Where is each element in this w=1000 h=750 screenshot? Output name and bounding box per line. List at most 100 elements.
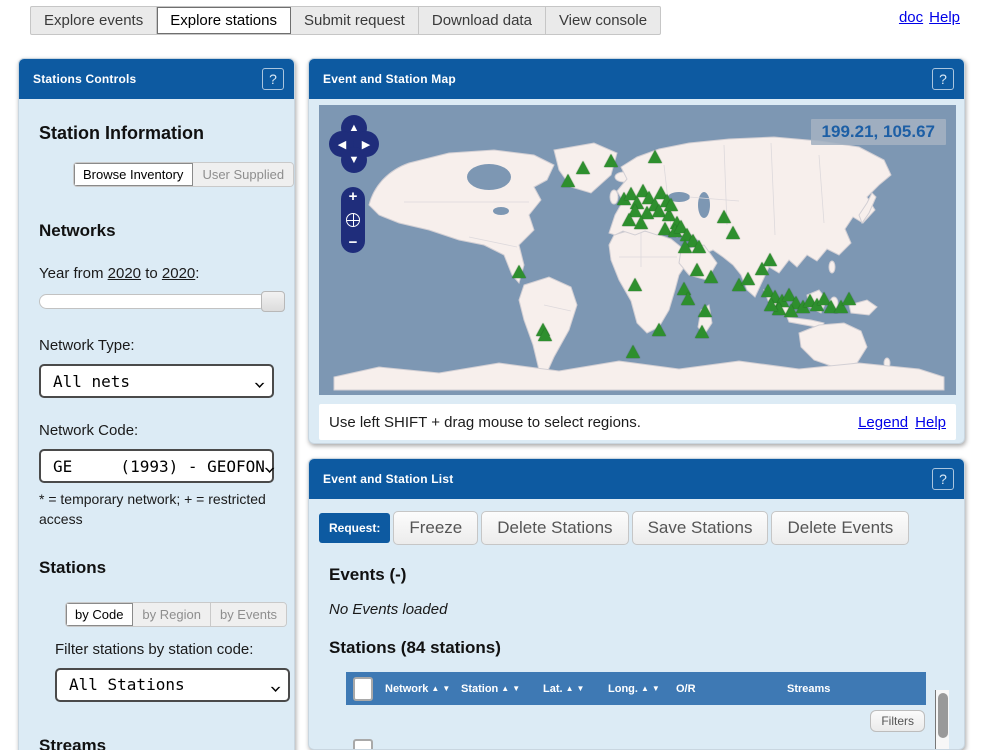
zoom-world-icon[interactable] (346, 213, 360, 227)
tab-submit-request[interactable]: Submit request (291, 7, 419, 34)
networks-heading: Networks (39, 221, 274, 241)
year-to-link[interactable]: 2020 (162, 265, 195, 282)
inventory-source-toggle: Browse Inventory User Supplied (73, 162, 294, 187)
station-marker[interactable] (698, 304, 712, 317)
row-checkbox[interactable] (353, 739, 373, 750)
tab-explore-stations[interactable]: Explore stations (157, 7, 291, 34)
column-long: Long. (608, 683, 638, 695)
delete-events-button[interactable]: Delete Events (771, 511, 909, 545)
station-marker[interactable] (538, 328, 552, 341)
chevron-down-icon: ⌄ (269, 676, 282, 694)
main-tabbar: Explore events Explore stations Submit r… (30, 6, 661, 35)
by-events-button[interactable]: by Events (211, 603, 286, 626)
column-station: Station (461, 683, 498, 695)
year-slider-handle[interactable] (261, 291, 285, 312)
station-marker[interactable] (695, 325, 709, 338)
cursor-coordinates: 199.21, 105.67 (811, 119, 946, 145)
filters-button[interactable]: Filters (870, 710, 925, 732)
station-marker[interactable] (717, 210, 731, 223)
list-panel-header: Event and Station List ? (309, 459, 964, 499)
tab-view-console[interactable]: View console (546, 7, 660, 34)
station-marker[interactable] (604, 154, 618, 167)
zoom-in-icon[interactable]: + (349, 190, 358, 204)
stations-table-header: Network▲▼ Station▲▼ Lat.▲▼ Long.▲▼ O/R S… (346, 672, 926, 705)
by-code-button[interactable]: by Code (66, 603, 133, 626)
station-information-heading: Station Information (39, 123, 274, 144)
station-marker[interactable] (664, 198, 678, 211)
chevron-down-icon: ⌄ (263, 457, 276, 475)
station-marker[interactable] (634, 216, 648, 229)
station-marker[interactable] (704, 270, 718, 283)
station-marker[interactable] (692, 240, 706, 253)
panel-title: Event and Station Map (323, 72, 456, 86)
browse-inventory-button[interactable]: Browse Inventory (74, 163, 193, 186)
map-hint-text: Use left SHIFT + drag mouse to select re… (329, 414, 641, 431)
sort-desc-icon[interactable]: ▼ (512, 684, 520, 693)
sort-asc-icon[interactable]: ▲ (566, 684, 574, 693)
tab-download-data[interactable]: Download data (419, 7, 546, 34)
sort-desc-icon[interactable]: ▼ (576, 684, 584, 693)
legend-link[interactable]: Legend (858, 414, 908, 431)
tab-explore-events[interactable]: Explore events (31, 7, 157, 34)
world-map-canvas[interactable]: 199.21, 105.67 ▲ ◀ ▶ ▼ + − (319, 105, 956, 395)
station-marker[interactable] (741, 272, 755, 285)
stations-table: Network▲▼ Station▲▼ Lat.▲▼ Long.▲▼ O/R S… (346, 672, 926, 750)
stations-heading: Stations (39, 558, 274, 578)
station-marker[interactable] (561, 174, 575, 187)
station-marker[interactable] (842, 292, 856, 305)
column-network: Network (385, 683, 428, 695)
station-marker[interactable] (681, 292, 695, 305)
network-type-label: Network Type: (39, 337, 274, 354)
delete-stations-button[interactable]: Delete Stations (481, 511, 628, 545)
help-link[interactable]: Help (929, 9, 960, 26)
pan-south-icon[interactable]: ▼ (341, 147, 367, 173)
station-marker[interactable] (755, 262, 769, 275)
freeze-button[interactable]: Freeze (393, 511, 478, 545)
panel-help-button[interactable]: ? (262, 68, 284, 90)
user-supplied-button[interactable]: User Supplied (193, 163, 293, 186)
station-marker[interactable] (726, 226, 740, 239)
station-marker[interactable] (652, 323, 666, 336)
sort-desc-icon[interactable]: ▼ (442, 684, 450, 693)
top-links: doc Help (893, 9, 960, 26)
station-filter-mode-toggle: by Code by Region by Events (65, 602, 287, 627)
events-empty-text: No Events loaded (329, 601, 964, 618)
sort-asc-icon[interactable]: ▲ (501, 684, 509, 693)
map-footer: Use left SHIFT + drag mouse to select re… (319, 404, 956, 440)
sort-desc-icon[interactable]: ▼ (652, 684, 660, 693)
year-from-link[interactable]: 2020 (108, 265, 141, 282)
zoom-out-icon[interactable]: − (349, 236, 358, 250)
network-code-label: Network Code: (39, 422, 274, 439)
station-marker[interactable] (648, 150, 662, 163)
by-region-button[interactable]: by Region (133, 603, 211, 626)
station-marker[interactable] (678, 240, 692, 253)
station-code-select[interactable]: All Stations ⌄ (55, 668, 290, 702)
select-all-checkbox[interactable] (353, 677, 373, 701)
station-marker[interactable] (576, 161, 590, 174)
station-marker[interactable] (690, 263, 704, 276)
year-range-slider[interactable] (39, 294, 267, 309)
scrollbar-thumb[interactable] (938, 693, 948, 738)
sort-asc-icon[interactable]: ▲ (641, 684, 649, 693)
network-code-select[interactable]: GE (1993) - GEOFON ⌄ (39, 449, 274, 483)
map-zoom-control: + − (341, 187, 365, 253)
doc-link[interactable]: doc (899, 9, 923, 26)
request-button[interactable]: Request: (319, 513, 390, 543)
column-streams: Streams (787, 683, 830, 695)
network-type-select[interactable]: All nets ⌄ (39, 364, 274, 398)
table-row (346, 739, 926, 750)
chevron-down-icon: ⌄ (253, 372, 266, 390)
station-marker[interactable] (512, 265, 526, 278)
station-marker[interactable] (626, 345, 640, 358)
sort-asc-icon[interactable]: ▲ (431, 684, 439, 693)
panel-title: Event and Station List (323, 472, 453, 486)
station-marker[interactable] (764, 298, 778, 311)
station-marker[interactable] (628, 278, 642, 291)
save-stations-button[interactable]: Save Stations (632, 511, 769, 545)
table-scrollbar[interactable] (935, 690, 949, 750)
station-marker[interactable] (784, 304, 798, 317)
stations-controls-header: Stations Controls ? (19, 59, 294, 99)
map-help-link[interactable]: Help (915, 414, 946, 431)
panel-help-button[interactable]: ? (932, 68, 954, 90)
panel-help-button[interactable]: ? (932, 468, 954, 490)
